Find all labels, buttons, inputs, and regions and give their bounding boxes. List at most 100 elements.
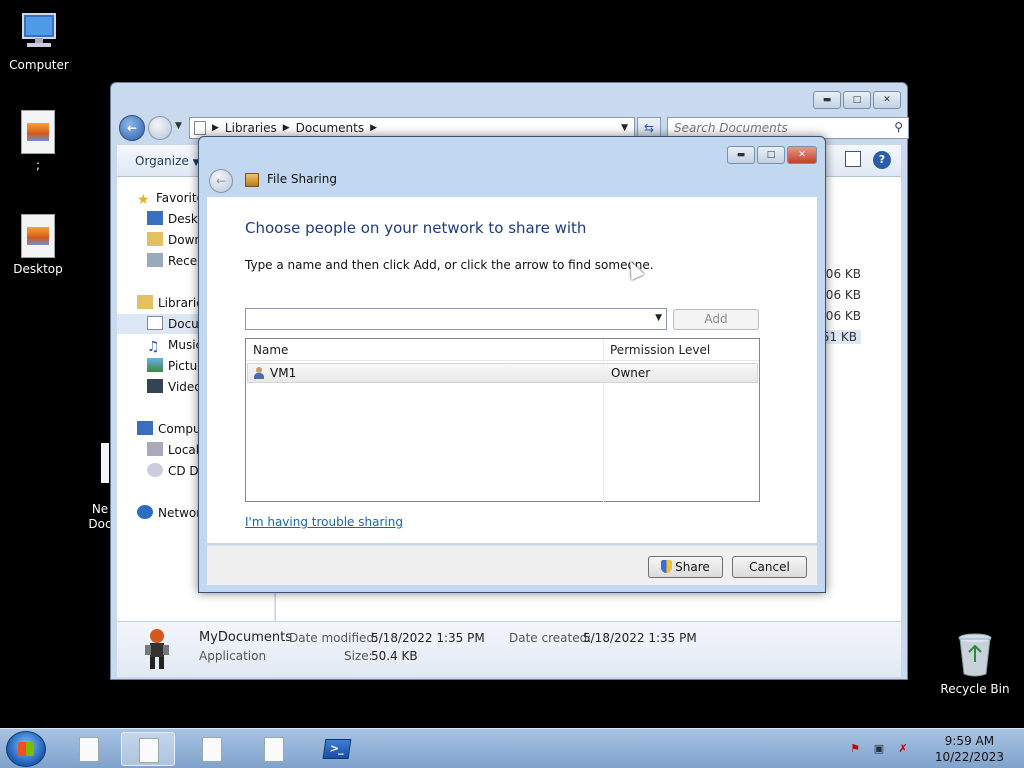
cancel-button[interactable]: Cancel xyxy=(732,556,807,578)
volume-muted-icon[interactable]: ✗ xyxy=(896,742,910,756)
minimize-button[interactable]: ▬ xyxy=(813,91,841,109)
search-placeholder: Search Documents xyxy=(674,121,788,135)
details-file-type: Application xyxy=(199,649,267,663)
computer-icon xyxy=(137,421,153,435)
organize-button[interactable]: Organize ▼ xyxy=(135,154,200,168)
taskbar-item-explorer-active[interactable] xyxy=(121,732,175,766)
network-icon[interactable]: ▣ xyxy=(872,742,886,756)
organize-label: Organize xyxy=(135,154,189,168)
taskbar-item-powershell[interactable]: >_ xyxy=(310,732,364,766)
nav-network[interactable]: Networ xyxy=(137,503,201,523)
maximize-button[interactable]: □ xyxy=(843,91,871,109)
table-row[interactable]: VM1 Owner xyxy=(247,363,758,383)
details-date-created-label: Date created: xyxy=(509,631,592,645)
details-date-modified: 5/18/2022 1:35 PM xyxy=(371,631,485,645)
add-button[interactable]: Add xyxy=(673,309,759,330)
share-button[interactable]: Share xyxy=(648,556,723,578)
close-button[interactable]: ✕ xyxy=(787,146,817,164)
back-button[interactable]: ← xyxy=(119,115,145,141)
breadcrumb-separator-icon[interactable]: ▶ xyxy=(370,123,377,133)
local-disk-icon xyxy=(147,442,163,456)
document-icon xyxy=(264,737,284,762)
minimize-button[interactable]: ▬ xyxy=(727,146,755,164)
name-input-combobox[interactable]: ▼ xyxy=(245,308,667,330)
close-button[interactable]: ✕ xyxy=(873,91,901,109)
breadcrumb-separator-icon[interactable]: ▶ xyxy=(212,123,219,133)
recycle-bin-icon xyxy=(958,633,992,677)
breadcrumb-documents[interactable]: Documents xyxy=(296,121,364,135)
document-icon xyxy=(139,738,159,763)
nav-label: Video xyxy=(168,380,202,394)
nav-local-disk[interactable]: Local xyxy=(147,440,199,460)
file-sharing-dialog: ▬ □ ✕ ← File Sharing Choose people on yo… xyxy=(198,136,826,593)
column-header-permission[interactable]: Permission Level xyxy=(603,339,710,361)
address-dropdown-icon[interactable]: ▼ xyxy=(621,123,628,133)
breadcrumb-libraries[interactable]: Libraries xyxy=(225,121,277,135)
desktop-icon-desktop-file[interactable]: Desktop xyxy=(0,214,76,276)
cd-drive-icon xyxy=(147,463,163,477)
nav-label: Networ xyxy=(158,506,202,520)
desktop-icon-label: ; xyxy=(35,158,41,172)
breadcrumb-separator-icon[interactable]: ▶ xyxy=(283,123,290,133)
desktop-icon-recycle-bin[interactable]: Recycle Bin xyxy=(937,632,1013,696)
dialog-footer: Share Cancel xyxy=(207,545,817,585)
column-header-name[interactable]: Name xyxy=(246,339,288,361)
file-sharing-icon xyxy=(245,173,259,187)
back-arrow-icon: ← xyxy=(126,121,138,135)
music-icon: ♫ xyxy=(147,339,160,355)
row-permission-level[interactable]: Owner xyxy=(611,364,650,382)
taskbar-item-document[interactable] xyxy=(185,732,239,766)
libraries-icon xyxy=(137,295,153,309)
nav-pictures[interactable]: Pictur xyxy=(147,356,202,376)
preview-pane-icon[interactable] xyxy=(845,151,861,167)
nav-videos[interactable]: Video xyxy=(147,377,202,397)
action-center-flag-icon[interactable]: ⚑ xyxy=(848,742,862,756)
taskbar-item-document[interactable] xyxy=(247,732,301,766)
user-icon xyxy=(254,367,264,379)
image-file-icon xyxy=(21,110,55,154)
clock[interactable]: 9:59 AM 10/22/2023 xyxy=(935,733,1004,765)
dialog-title: File Sharing xyxy=(267,172,337,186)
star-icon: ★ xyxy=(137,192,150,208)
nav-downloads[interactable]: Down xyxy=(147,230,202,250)
desktop-icon-computer[interactable]: Computer xyxy=(1,10,77,72)
nav-cd-drive[interactable]: CD Dr xyxy=(147,461,204,481)
nav-libraries[interactable]: Librarie xyxy=(137,293,204,313)
recent-pages-dropdown[interactable]: ▼ xyxy=(175,121,182,131)
nav-recent[interactable]: Recen xyxy=(147,251,205,271)
nav-label: Compu xyxy=(158,422,201,436)
search-icon[interactable]: ⚲ xyxy=(894,120,903,134)
desktop-icon-image-file[interactable]: ; xyxy=(0,110,76,172)
taskbar-item-document[interactable] xyxy=(62,732,116,766)
trouble-sharing-link[interactable]: I'm having trouble sharing xyxy=(245,515,403,529)
image-file-icon xyxy=(21,214,55,258)
back-button[interactable]: ← xyxy=(209,169,233,193)
share-list: Name Permission Level VM1 Owner xyxy=(245,338,760,502)
details-date-modified-label: Date modified: xyxy=(289,631,379,645)
refresh-icon: ⇆ xyxy=(643,121,655,135)
nav-computer[interactable]: Compu xyxy=(137,419,201,439)
dialog-header: ← File Sharing xyxy=(207,167,817,193)
uac-shield-icon xyxy=(661,560,673,573)
nav-favorites[interactable]: ★ Favorite xyxy=(137,188,204,208)
maximize-button[interactable]: □ xyxy=(757,146,785,164)
recent-places-icon xyxy=(147,253,163,267)
folder-icon xyxy=(194,121,206,135)
row-user-name: VM1 xyxy=(270,366,297,380)
desktop: Computer ; Desktop Ne Doc Recycle Bin ▬ … xyxy=(0,0,1024,768)
clock-time: 9:59 AM xyxy=(944,734,995,748)
nav-desktop[interactable]: Deskt xyxy=(147,209,203,229)
back-arrow-icon: ← xyxy=(215,174,227,188)
help-icon[interactable]: ? xyxy=(873,151,891,169)
toolbar-right-icons: ? xyxy=(845,151,891,169)
start-button[interactable] xyxy=(6,731,46,767)
details-pane: MyDocuments Application Date modified: 5… xyxy=(117,621,901,677)
dialog-caption-buttons: ▬ □ ✕ xyxy=(727,146,817,164)
nav-music[interactable]: ♫ Music xyxy=(147,335,202,355)
taskbar: >_ ⚑ ▣ ✗ 9:59 AM 10/22/2023 xyxy=(0,728,1024,768)
desktop-icon xyxy=(147,211,163,225)
chevron-down-icon[interactable]: ▼ xyxy=(655,313,662,323)
document-icon xyxy=(101,443,109,483)
close-icon: ✕ xyxy=(798,150,806,160)
forward-button[interactable] xyxy=(148,116,172,140)
